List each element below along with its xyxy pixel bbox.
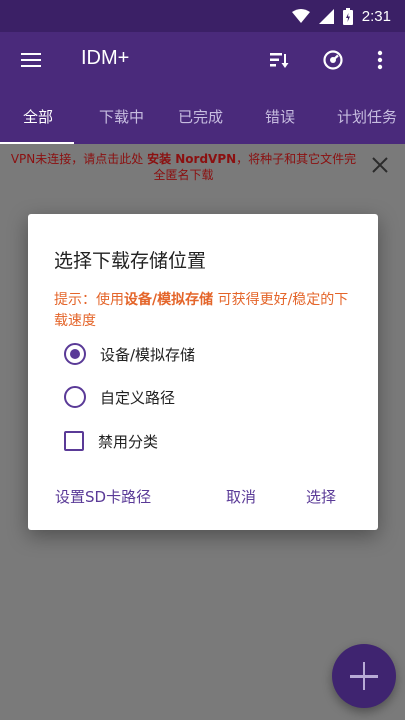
battery-icon xyxy=(342,7,353,25)
radio-checked-icon[interactable] xyxy=(64,343,86,365)
option-label: 禁用分类 xyxy=(98,432,159,451)
radio-unchecked-icon[interactable] xyxy=(64,386,86,408)
app-title: IDM+ xyxy=(81,47,130,69)
status-time: 2:31 xyxy=(361,7,391,25)
more-vert-icon[interactable] xyxy=(366,46,394,74)
dialog-hint: 提示：使用设备/模拟存储 可获得更好/稳定的下载速度 xyxy=(54,292,349,329)
option-custom-path[interactable]: 自定义路径 xyxy=(64,384,175,410)
cancel-button[interactable]: 取消 xyxy=(226,486,256,507)
add-download-button[interactable] xyxy=(332,644,396,708)
option-label: 自定义路径 xyxy=(100,388,176,407)
tab-error[interactable]: 错误 xyxy=(265,106,295,127)
app-bar: IDM+ xyxy=(0,32,405,88)
vpn-banner[interactable]: VPN未连接，请点击此处 安装 NordVPN，将种子和其它文件完全匿名下载 xyxy=(0,144,405,188)
speed-icon[interactable] xyxy=(319,46,347,74)
tab-all[interactable]: 全部 xyxy=(23,106,53,127)
checkbox-icon[interactable] xyxy=(64,431,84,451)
cellular-signal-icon xyxy=(318,8,334,24)
tab-downloading[interactable]: 下载中 xyxy=(99,106,144,127)
select-button[interactable]: 选择 xyxy=(306,486,336,507)
sort-icon[interactable] xyxy=(265,46,293,74)
status-bar: 2:31 xyxy=(0,0,405,32)
menu-icon[interactable] xyxy=(18,46,46,74)
option-device-storage[interactable]: 设备/模拟存储 xyxy=(64,341,195,367)
storage-location-dialog: 选择下载存储位置 提示：使用设备/模拟存储 可获得更好/稳定的下载速度 设备/模… xyxy=(28,214,378,530)
vpn-install-link[interactable]: 安装 NordVPN xyxy=(147,152,236,166)
tab-scheduled[interactable]: 计划任务 xyxy=(337,106,397,127)
close-icon[interactable] xyxy=(369,154,391,176)
wifi-icon xyxy=(291,9,310,23)
set-sd-card-path-button[interactable]: 设置SD卡路径 xyxy=(55,486,151,507)
dialog-title: 选择下载存储位置 xyxy=(54,250,207,272)
tab-completed[interactable]: 已完成 xyxy=(178,106,223,127)
option-label: 设备/模拟存储 xyxy=(100,345,196,364)
vpn-banner-text[interactable]: VPN未连接，请点击此处 安装 NordVPN，将种子和其它文件完全匿名下载 xyxy=(6,151,361,183)
option-disable-categories[interactable]: 禁用分类 xyxy=(64,428,158,454)
status-icons: 2:31 xyxy=(291,5,391,27)
tab-bar: 全部 下载中 已完成 错误 计划任务 xyxy=(0,88,405,144)
